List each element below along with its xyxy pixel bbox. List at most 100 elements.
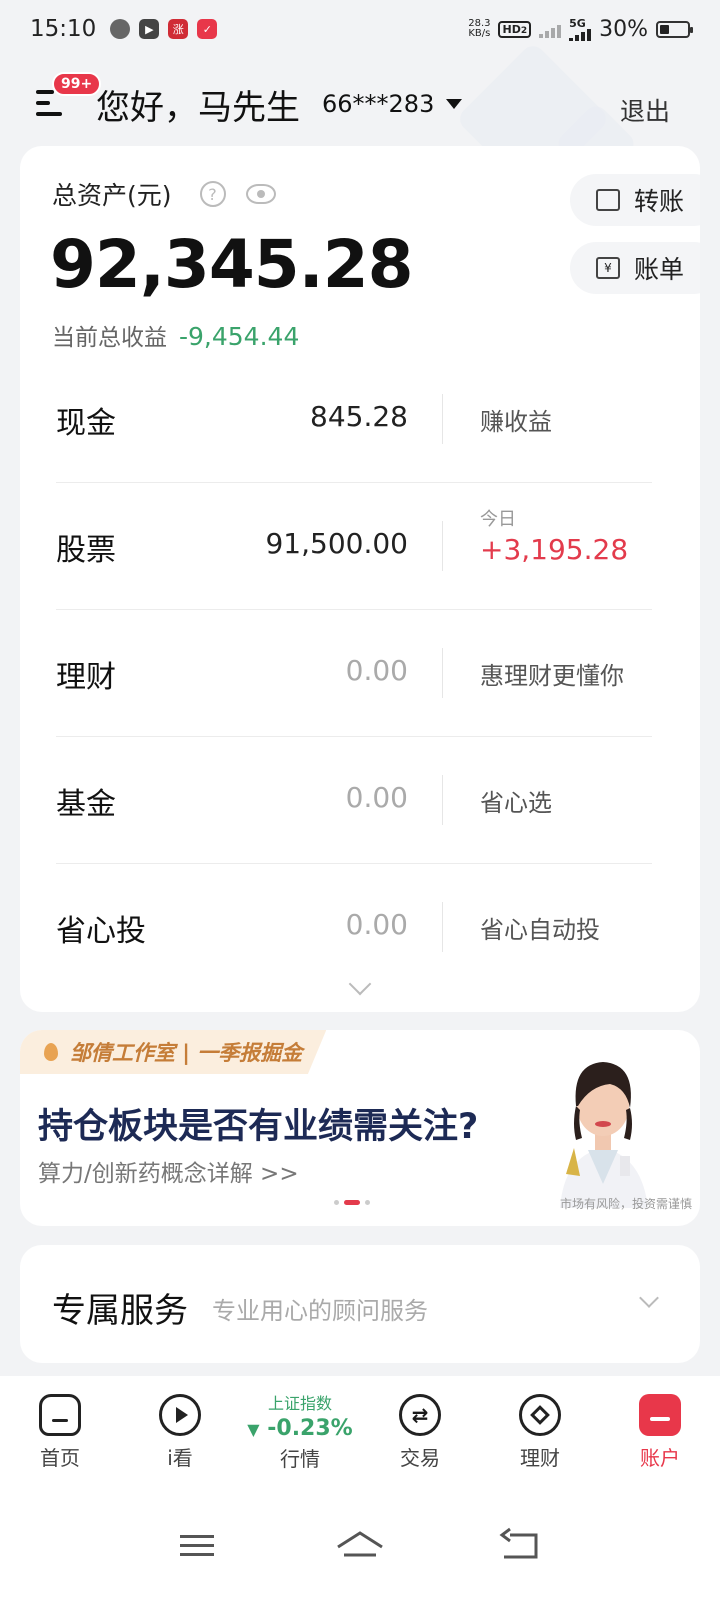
network-type: 5G	[569, 16, 586, 30]
banner-subtitle: 算力/创新药概念详解 >>	[38, 1161, 299, 1187]
home-nav-glyph	[337, 1531, 383, 1557]
transfer-button[interactable]: 转账	[570, 174, 700, 226]
network-speed: 28.3 KB/s	[468, 19, 490, 39]
tab-trade[interactable]: ⇄ 交易	[364, 1376, 476, 1490]
battery-icon	[656, 20, 693, 38]
banner-title: 持仓板块是否有业绩需关注?	[38, 1107, 479, 1147]
asset-name: 现金	[56, 406, 116, 441]
risk-disclaimer: 市场有风险，投资需谨慎	[559, 1197, 692, 1211]
logout-button[interactable]: 退出	[620, 92, 670, 128]
asset-row-auto-invest[interactable]: 省心投 0.00 省心自动投	[56, 864, 652, 991]
play-notification-icon: ▶	[139, 19, 160, 39]
total-profit-label: 当前总收益	[52, 325, 167, 351]
account-dropdown-icon[interactable]	[446, 99, 463, 109]
divider	[442, 902, 443, 952]
banner-tag: 邹倩工作室 | 一季报掘金	[20, 1030, 327, 1074]
back-nav-glyph	[499, 1527, 538, 1559]
divider	[442, 775, 443, 825]
system-nav-bar	[0, 1490, 720, 1600]
tab-label: 首页	[40, 1446, 80, 1470]
asset-name: 理财	[56, 660, 116, 695]
transfer-icon	[596, 189, 620, 211]
total-assets-label: 总资产(元)	[52, 181, 172, 210]
total-assets-value: 92,345.28	[50, 226, 414, 303]
carousel-dots	[334, 1200, 370, 1205]
asset-name: 省心投	[56, 914, 146, 949]
asset-row-stock[interactable]: 股票 91,500.00 今日 +3,195.28	[56, 483, 652, 610]
app-notification-icon-3: ✓	[197, 19, 218, 39]
divider	[442, 648, 443, 698]
hd-icon: HD2	[498, 20, 532, 38]
tab-label: 理财	[520, 1446, 560, 1470]
asset-value: 0.00	[345, 908, 408, 941]
tab-finance[interactable]: 理财	[484, 1376, 596, 1490]
asset-row-finance[interactable]: 理财 0.00 惠理财更懂你	[56, 610, 652, 737]
presenter-avatar	[560, 1062, 648, 1208]
asset-value: 845.28	[310, 400, 408, 433]
account-icon	[639, 1394, 681, 1436]
total-profit-value: -9,454.44	[179, 322, 300, 351]
divider	[442, 521, 443, 571]
asset-side-link[interactable]: 惠理财更懂你	[480, 656, 624, 691]
help-icon[interactable]: ?	[199, 181, 226, 207]
account-number[interactable]: 66***283	[322, 90, 434, 118]
asset-side-link[interactable]: 省心选	[480, 783, 552, 818]
tab-account[interactable]: 账户	[604, 1376, 716, 1490]
bill-label: 账单	[634, 255, 685, 284]
app-notification-icon-2: 涨	[168, 19, 189, 39]
exclusive-service-card[interactable]: 专属服务 专业用心的顾问服务	[20, 1245, 700, 1363]
asset-value: 0.00	[345, 654, 408, 687]
tab-home[interactable]: 首页	[4, 1376, 116, 1490]
banner-tag-text: 邹倩工作室 | 一季报掘金	[70, 1041, 303, 1065]
back-nav-icon[interactable]	[490, 1525, 550, 1565]
asset-side-link[interactable]: 省心自动投	[480, 910, 600, 945]
home-nav-icon[interactable]	[330, 1525, 390, 1565]
service-subtitle: 专业用心的顾问服务	[212, 1297, 428, 1325]
carousel-dot-active[interactable]	[344, 1200, 360, 1205]
asset-side-link[interactable]: 赚收益	[480, 402, 552, 437]
hd-label: HD	[502, 22, 521, 36]
bottom-tab-bar: 首页 i看 上证指数 ▼ -0.23% 行情 ⇄ 交易 理财 账户	[0, 1376, 720, 1490]
tab-label: 行情	[280, 1447, 320, 1471]
service-title: 专属服务	[52, 1291, 188, 1331]
battery-percent: 30%	[599, 16, 648, 42]
total-assets-label-row: 总资产(元) ?	[52, 176, 276, 212]
tab-market[interactable]: 上证指数 ▼ -0.23% 行情	[244, 1376, 356, 1490]
carousel-dot[interactable]	[334, 1200, 339, 1205]
header: 99+ 您好，马先生 66***283 退出	[0, 41, 720, 197]
bill-button[interactable]: ¥ 账单	[570, 242, 700, 294]
network-speed-unit: KB/s	[468, 28, 491, 39]
asset-list: 现金 845.28 赚收益 股票 91,500.00 今日 +3,195.28 …	[56, 356, 652, 991]
message-badge: 99+	[52, 72, 102, 96]
status-bar: 15:10 ▶ 涨 ✓ 28.3 KB/s HD2 5G 30%	[0, 0, 720, 58]
hd-sub: 2	[520, 25, 528, 36]
asset-value: 91,500.00	[265, 527, 408, 560]
menu-nav-icon[interactable]	[170, 1525, 230, 1565]
transfer-label: 转账	[634, 187, 685, 216]
asset-row-fund[interactable]: 基金 0.00 省心选	[56, 737, 652, 864]
signal-5g: 5G	[569, 16, 592, 41]
tab-label: i看	[167, 1446, 193, 1470]
signal-icon-2	[569, 28, 592, 41]
carousel-dot[interactable]	[365, 1200, 370, 1205]
asset-name: 基金	[56, 787, 116, 822]
promo-banner[interactable]: 邹倩工作室 | 一季报掘金 持仓板块是否有业绩需关注? 算力/创新药概念详解 >…	[20, 1030, 700, 1226]
asset-row-cash[interactable]: 现金 845.28 赚收益	[56, 356, 652, 483]
total-profit-row: 当前总收益 -9,454.44	[52, 318, 299, 352]
tab-watch[interactable]: i看	[124, 1376, 236, 1490]
status-time: 15:10	[30, 16, 97, 42]
chevron-down-icon[interactable]	[639, 1288, 659, 1308]
exchange-icon: ⇄	[399, 1394, 441, 1436]
eye-icon[interactable]	[245, 184, 276, 204]
today-profit-value: +3,195.28	[480, 533, 629, 566]
market-index-value-row: ▼ -0.23%	[247, 1416, 352, 1441]
menu-icon[interactable]: 99+	[36, 72, 102, 118]
flame-icon	[44, 1043, 58, 1061]
market-index-name: 上证指数	[267, 1394, 332, 1413]
bill-icon: ¥	[596, 257, 620, 279]
divider	[442, 394, 443, 444]
asset-value: 0.00	[345, 781, 408, 814]
diamond-icon	[519, 1394, 561, 1436]
home-icon	[39, 1394, 81, 1436]
app-notification-icon-1	[110, 19, 131, 39]
